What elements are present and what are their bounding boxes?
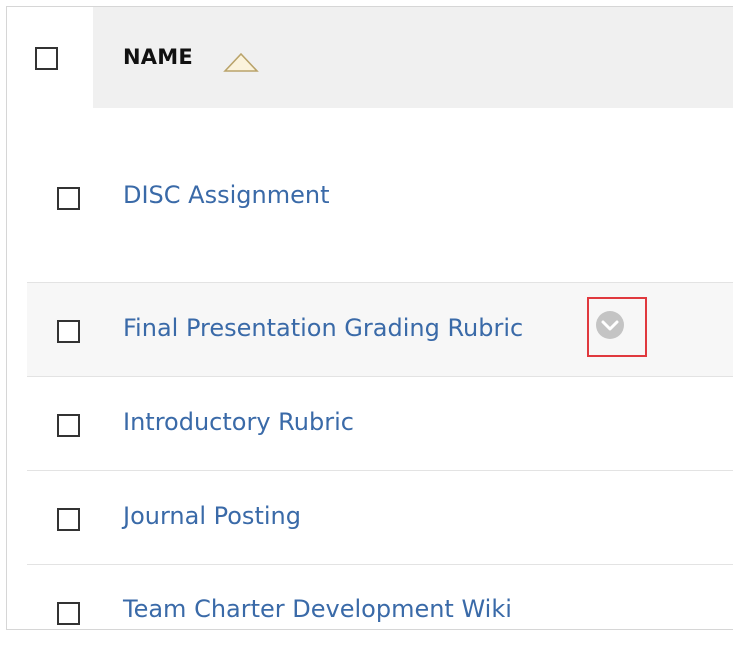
table-header-row: NAME	[7, 7, 733, 108]
name-column-header[interactable]: NAME	[123, 45, 193, 69]
table-row: Introductory Rubric	[27, 377, 733, 471]
sort-ascending-icon[interactable]	[223, 51, 259, 73]
table-row: Team Charter Development Wiki	[27, 565, 733, 629]
table-row: DISC Assignment	[27, 108, 733, 283]
row-checkbox[interactable]	[57, 602, 80, 625]
item-link-final-presentation-grading-rubric[interactable]: Final Presentation Grading Rubric	[123, 314, 523, 342]
row-checkbox[interactable]	[57, 414, 80, 437]
content-list-table: NAME DISC Assignment Final Presentation …	[6, 6, 733, 630]
item-link-team-charter-development-wiki[interactable]: Team Charter Development Wiki	[123, 595, 512, 623]
item-link-introductory-rubric[interactable]: Introductory Rubric	[123, 408, 354, 436]
item-options-menu-button[interactable]	[587, 297, 647, 357]
select-all-checkbox[interactable]	[35, 47, 58, 70]
row-checkbox[interactable]	[57, 187, 80, 210]
chevron-down-circle-icon	[596, 311, 624, 339]
row-checkbox[interactable]	[57, 320, 80, 343]
item-link-journal-posting[interactable]: Journal Posting	[123, 502, 301, 530]
table-row: Final Presentation Grading Rubric	[27, 283, 733, 377]
table-row: Journal Posting	[27, 471, 733, 565]
row-checkbox[interactable]	[57, 508, 80, 531]
item-link-disc-assignment[interactable]: DISC Assignment	[123, 181, 329, 209]
header-checkbox-cell	[7, 7, 93, 108]
